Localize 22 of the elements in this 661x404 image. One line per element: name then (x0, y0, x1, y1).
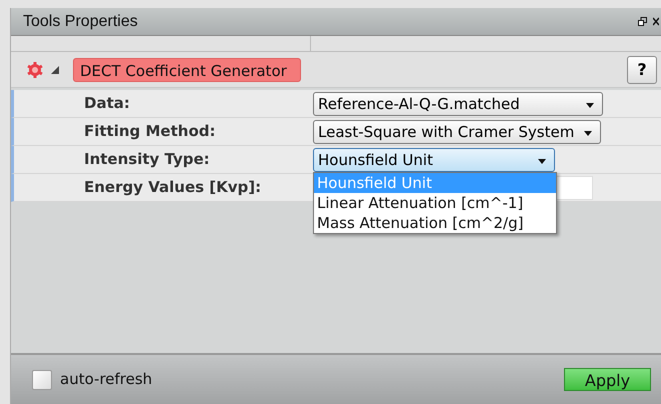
float-icon[interactable] (638, 17, 647, 26)
help-button[interactable]: ? (627, 56, 657, 84)
checkbox[interactable] (32, 370, 52, 390)
tool-name: DECT Coefficient Generator (73, 58, 301, 82)
caret-icon (584, 130, 592, 136)
close-icon[interactable] (653, 17, 659, 26)
caret-icon (538, 158, 546, 164)
apply-button[interactable]: Apply (564, 368, 651, 391)
property-label: Intensity Type: (83, 149, 211, 170)
checkbox-label: auto-refresh (60, 369, 152, 390)
window-title: Tools Properties (23, 12, 138, 32)
caret-icon (586, 102, 594, 108)
property-label: Fitting Method: (83, 121, 216, 142)
dropdown-option[interactable]: Mass Attenuation [cm^2/g] (314, 212, 556, 232)
dropdown[interactable]: Least-Square with Cramer System (313, 120, 601, 144)
dropdown[interactable]: Hounsfield Unit (313, 148, 555, 172)
property-label: Energy Values [Kvp]: (83, 177, 262, 198)
dropdown[interactable]: Reference-Al-Q-G.matched (313, 92, 603, 116)
gear-icon (25, 62, 45, 78)
property-label: Data: (83, 93, 131, 114)
expand-toggle-icon[interactable] (51, 66, 59, 74)
dropdown-option[interactable]: Linear Attenuation [cm^-1] (314, 192, 556, 212)
